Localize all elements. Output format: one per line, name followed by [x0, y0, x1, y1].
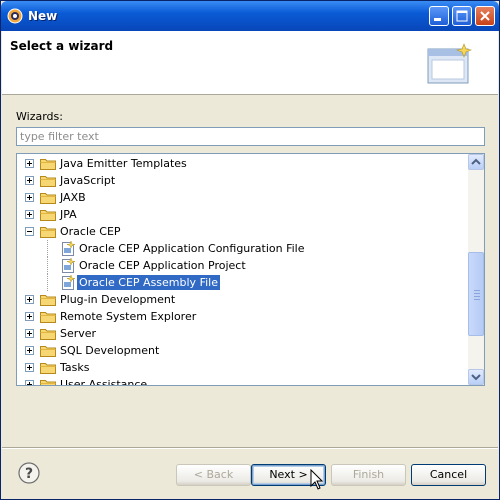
folder-icon	[40, 157, 56, 170]
expand-toggle-icon[interactable]	[25, 346, 34, 355]
filter-input[interactable]	[16, 127, 485, 146]
vertical-scrollbar[interactable]	[468, 154, 484, 385]
minimize-button[interactable]	[429, 6, 449, 26]
banner-title: Select a wizard	[10, 39, 114, 53]
eclipse-icon	[7, 8, 23, 24]
svg-text:?: ?	[25, 466, 33, 482]
grip-line	[474, 296, 480, 297]
grip-line	[474, 293, 480, 294]
chevron-up-icon	[471, 158, 481, 165]
tree-node-label: JPA	[60, 208, 77, 221]
tree-node-label: SQL Development	[60, 344, 160, 357]
window-title: New	[28, 9, 58, 23]
wizard-banner: Select a wizard	[2, 31, 498, 95]
tree-guide-line	[47, 274, 48, 291]
tree-node-label: JAXB	[60, 191, 86, 204]
wizard-file-icon	[60, 274, 76, 291]
wizard-file-icon	[60, 257, 76, 274]
expand-toggle-icon[interactable]	[25, 193, 34, 202]
folder-icon	[40, 293, 56, 306]
scroll-thumb[interactable]	[468, 252, 484, 336]
expand-toggle-icon[interactable]	[25, 312, 34, 321]
tree-folder-row[interactable]: Server	[17, 325, 467, 342]
folder-icon	[40, 208, 56, 221]
back-button[interactable]: < Back	[176, 464, 251, 486]
wizard-file-icon	[60, 240, 76, 257]
expand-toggle-icon[interactable]	[25, 363, 34, 372]
finish-button[interactable]: Finish	[331, 464, 406, 486]
tree-node-label: Server	[60, 327, 97, 340]
expand-toggle-icon[interactable]	[25, 176, 34, 185]
close-button[interactable]	[475, 6, 495, 26]
title-bar[interactable]: New	[1, 1, 499, 31]
chevron-down-icon	[471, 374, 481, 381]
grip-line	[474, 299, 480, 300]
tree-folder-row[interactable]: Oracle CEP	[17, 223, 467, 240]
expand-toggle-icon[interactable]	[25, 380, 34, 385]
tree-node-label: Java Emitter Templates	[60, 157, 187, 170]
new-wizard-dialog: New Select a wizard Wizards: Java Emitte…	[0, 0, 500, 500]
scroll-down-button[interactable]	[468, 369, 484, 385]
open-folder-icon	[40, 225, 56, 238]
expand-toggle-icon[interactable]	[25, 159, 34, 168]
tree-node-label: Oracle CEP	[60, 225, 121, 238]
tree-folder-row[interactable]: Plug-in Development	[17, 291, 467, 308]
folder-icon	[40, 327, 56, 340]
expand-toggle-icon[interactable]	[25, 329, 34, 338]
folder-icon	[40, 361, 56, 374]
folder-icon	[40, 174, 56, 187]
tree-folder-row[interactable]: Java Emitter Templates	[17, 155, 467, 172]
tree-node-label: Tasks	[60, 361, 90, 374]
folder-icon	[40, 378, 56, 385]
tree-item-row[interactable]: Oracle CEP Assembly File	[17, 274, 467, 291]
tree-item-row[interactable]: Oracle CEP Application Configuration Fil…	[17, 240, 467, 257]
tree-folder-row[interactable]: SQL Development	[17, 342, 467, 359]
folder-icon	[40, 310, 56, 323]
expand-toggle-icon[interactable]	[25, 295, 34, 304]
tree-folder-row[interactable]: JavaScript	[17, 172, 467, 189]
tree-item-row[interactable]: Oracle CEP Application Project	[17, 257, 467, 274]
cancel-button[interactable]: Cancel	[411, 464, 486, 486]
tree-node-label: Plug-in Development	[60, 293, 176, 306]
maximize-button[interactable]	[452, 6, 472, 26]
tree-folder-row[interactable]: Tasks	[17, 359, 467, 376]
close-icon	[480, 11, 490, 21]
scroll-up-button[interactable]	[468, 154, 484, 170]
mouse-pointer-icon	[310, 469, 324, 490]
maximize-icon	[456, 10, 468, 22]
tree-folder-row[interactable]: User Assistance	[17, 376, 467, 386]
new-wizard-window-icon	[427, 43, 473, 84]
wizard-tree[interactable]: Java Emitter Templates JavaScript JAXB JPA O…	[16, 153, 485, 386]
tree-node-label: Oracle CEP Application Project	[79, 259, 246, 272]
tree-node-label: JavaScript	[60, 174, 116, 187]
tree-node-label: Oracle CEP Application Configuration Fil…	[79, 242, 305, 255]
expand-toggle-icon[interactable]	[25, 210, 34, 219]
tree-folder-row[interactable]: JAXB	[17, 189, 467, 206]
tree-node-label: User Assistance	[60, 378, 148, 386]
tree-node-label-selected: Oracle CEP Assembly File	[77, 275, 220, 290]
tree-guide-line	[47, 240, 48, 257]
tree-guide-line	[47, 257, 48, 274]
tree-node-label: Remote System Explorer	[60, 310, 197, 323]
tree-folder-row[interactable]: Remote System Explorer	[17, 308, 467, 325]
help-icon[interactable]: ?	[18, 462, 40, 484]
grip-line	[474, 290, 480, 291]
tree-folder-row[interactable]: JPA	[17, 206, 467, 223]
folder-icon	[40, 191, 56, 204]
button-bar-separator	[2, 447, 498, 449]
collapse-toggle-icon[interactable]	[25, 227, 34, 236]
folder-icon	[40, 344, 56, 357]
minimize-icon	[434, 18, 441, 21]
wizards-label: Wizards:	[16, 110, 63, 123]
